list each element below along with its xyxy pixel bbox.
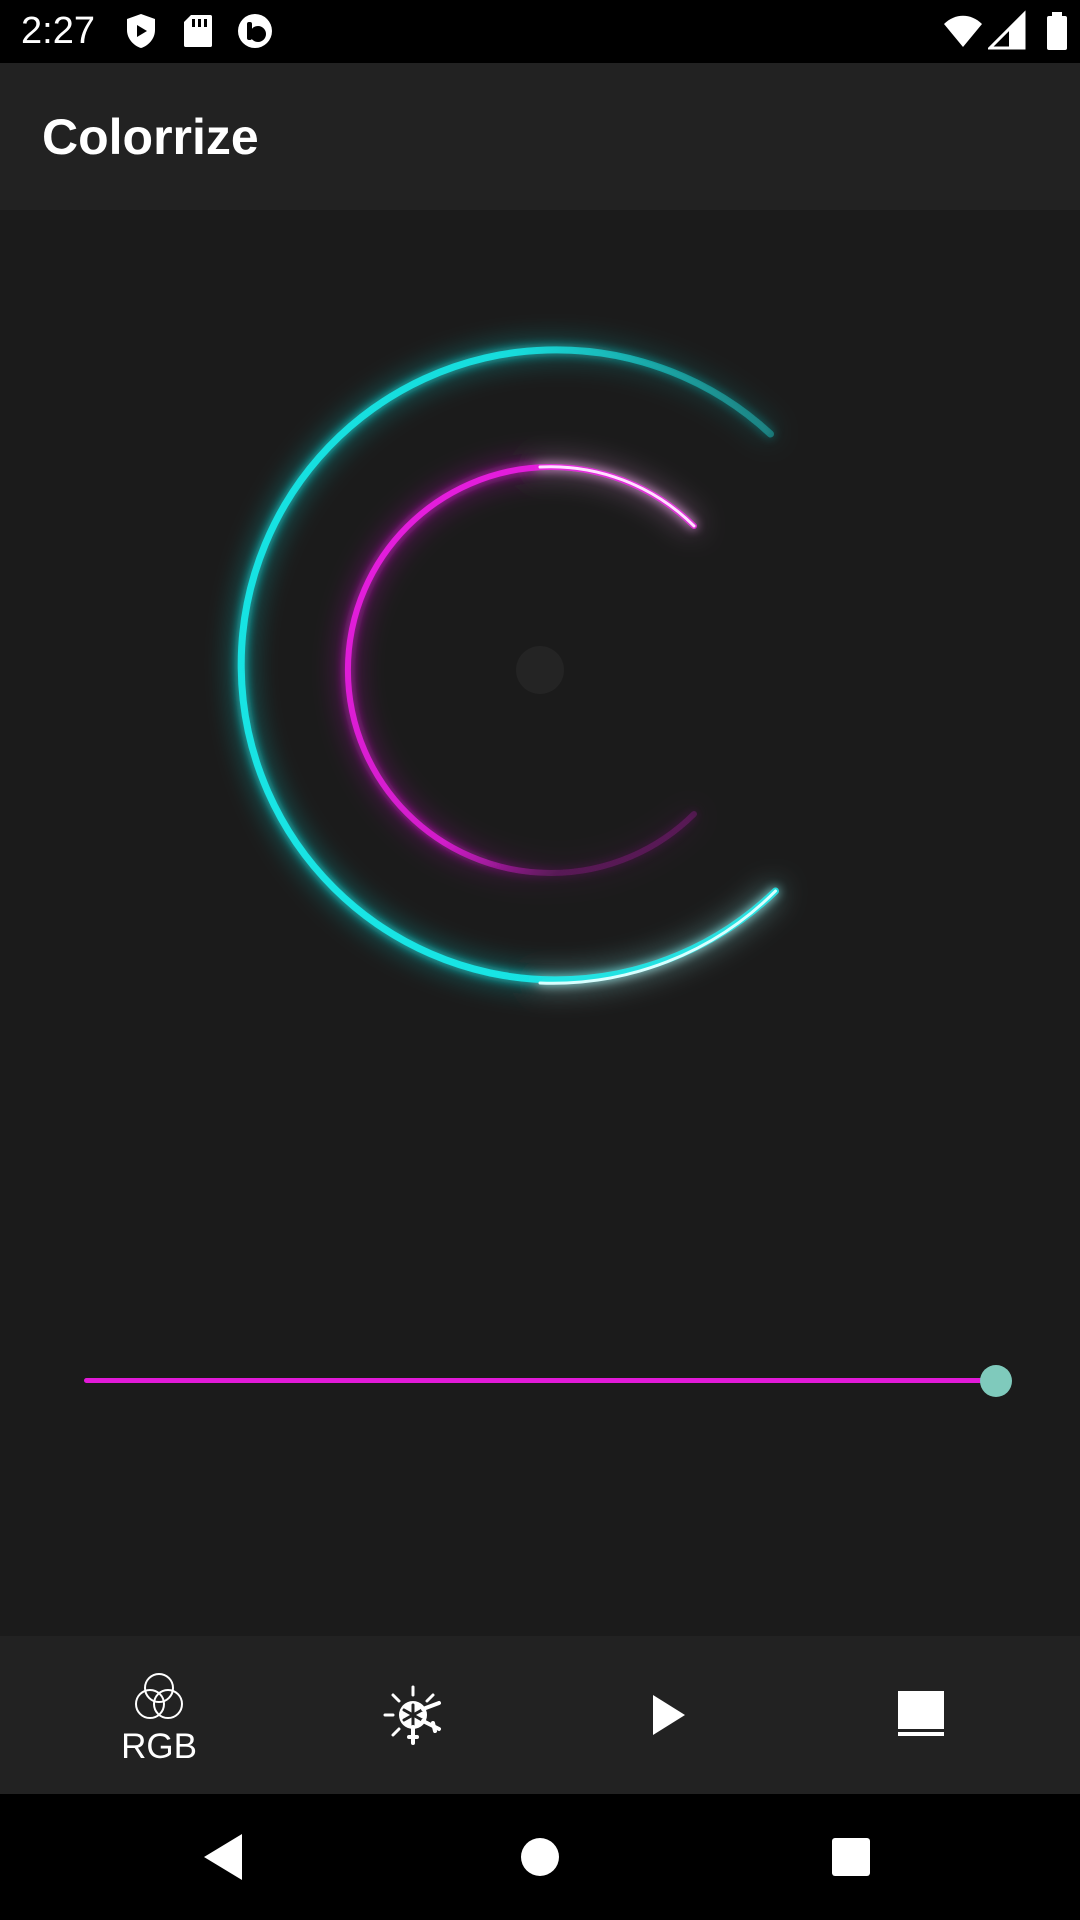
brightness-slider[interactable] bbox=[60, 1340, 1020, 1420]
back-icon[interactable] bbox=[192, 1824, 258, 1890]
outer-ring-cyan bbox=[237, 346, 779, 985]
nav-item-effects[interactable] bbox=[286, 1636, 540, 1794]
nav-item-layout[interactable] bbox=[794, 1636, 1048, 1794]
wifi-icon bbox=[944, 15, 982, 47]
nav-item-rgb[interactable]: RGB bbox=[32, 1636, 286, 1794]
color-ring-visualizer[interactable] bbox=[0, 210, 1080, 1636]
bottom-nav: RGB bbox=[0, 1636, 1080, 1794]
sd-card-icon bbox=[184, 15, 212, 47]
rgb-circles-icon bbox=[135, 1673, 183, 1719]
battery-icon bbox=[1047, 12, 1067, 50]
app-badge-icon bbox=[238, 14, 272, 48]
recents-icon[interactable] bbox=[818, 1824, 884, 1890]
panel-icon bbox=[898, 1691, 944, 1736]
main-area bbox=[0, 210, 1080, 1636]
app-bar: Colorrize bbox=[0, 63, 1080, 210]
slider-track[interactable] bbox=[84, 1378, 996, 1383]
app-title: Colorrize bbox=[42, 109, 259, 165]
cell-signal-icon bbox=[988, 10, 1026, 50]
shield-icon bbox=[127, 14, 155, 48]
slider-thumb[interactable] bbox=[980, 1365, 1012, 1397]
status-bar: 2:27 bbox=[0, 0, 1080, 63]
nav-label-rgb: RGB bbox=[121, 1727, 197, 1766]
nav-item-play[interactable] bbox=[540, 1636, 794, 1794]
center-dot bbox=[516, 646, 564, 694]
play-icon bbox=[653, 1695, 685, 1735]
home-icon[interactable] bbox=[507, 1824, 573, 1890]
system-nav-bar bbox=[0, 1794, 1080, 1920]
sun-snowflake-icon bbox=[383, 1685, 441, 1745]
status-time: 2:27 bbox=[21, 10, 95, 52]
